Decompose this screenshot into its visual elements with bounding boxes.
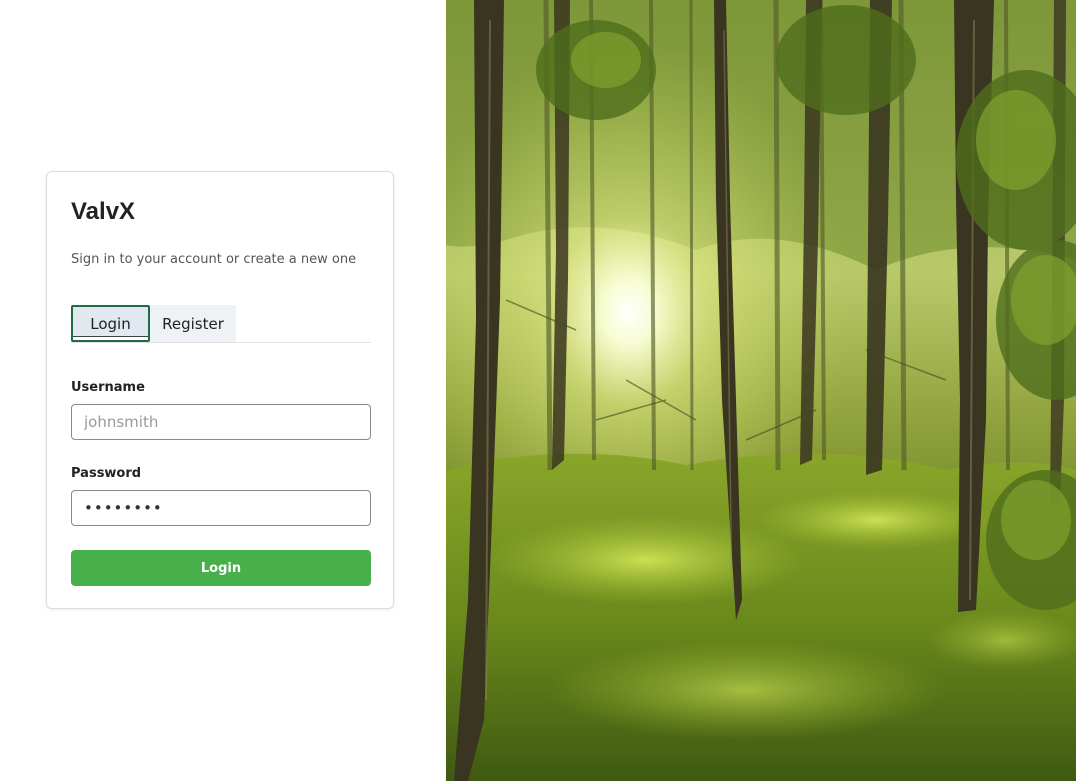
password-input[interactable] [71,490,371,526]
app-title: ValvX [71,198,136,225]
username-input[interactable] [71,404,371,440]
login-button[interactable]: Login [71,550,371,586]
username-label: Username [71,380,145,395]
login-pane: ValvX Sign in to your account or create … [0,0,446,781]
password-label: Password [71,466,142,481]
auth-tabs: Login Register [71,305,371,343]
login-card: ValvX Sign in to your account or create … [46,171,394,609]
forest-illustration [446,0,1076,781]
tab-register[interactable]: Register [150,305,236,342]
login-page: ValvX Sign in to your account or create … [0,0,1076,781]
app-subtitle: Sign in to your account or create a new … [71,252,357,267]
forest-hero-image [446,0,1076,781]
tab-login[interactable]: Login [71,305,150,342]
